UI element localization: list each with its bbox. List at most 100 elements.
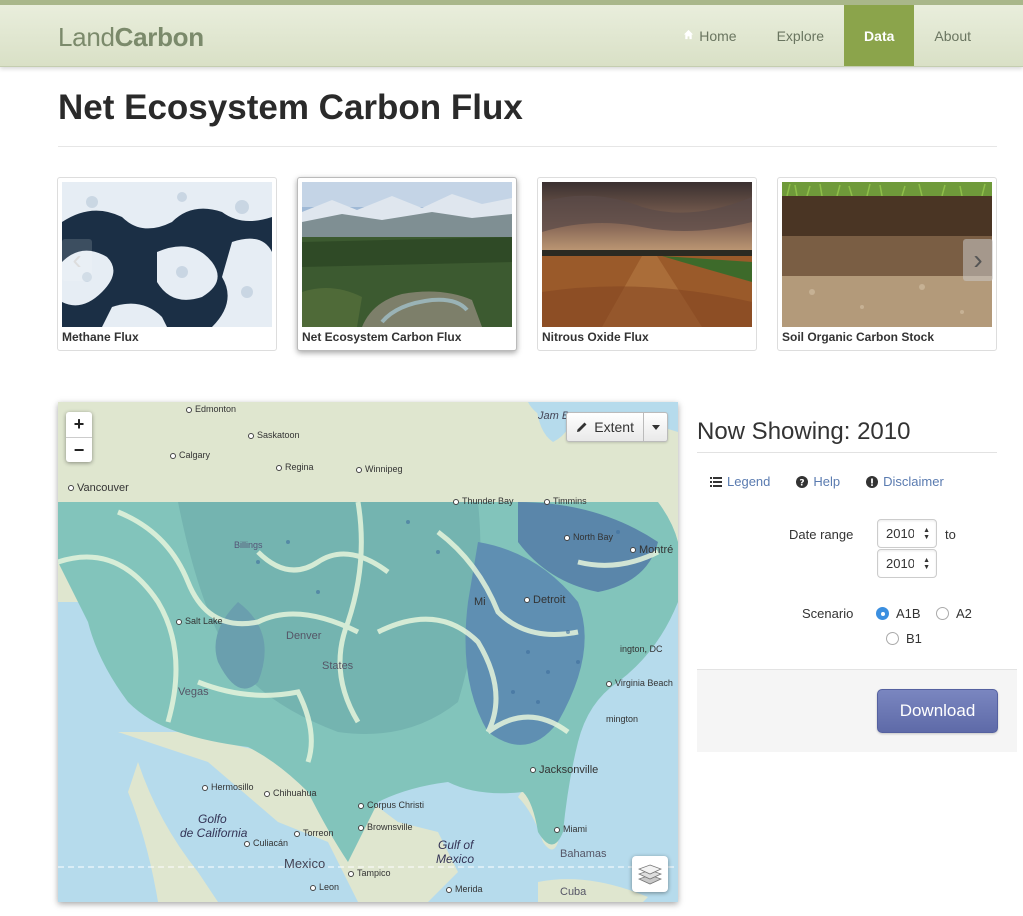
date-range-label: Date range (789, 527, 854, 542)
now-showing-heading: Now Showing: 2010 (697, 418, 911, 445)
carousel-label-nitrous-oxide: Nitrous Oxide Flux (542, 330, 649, 344)
map-label-merida: Merida (446, 884, 483, 894)
extent-button[interactable]: Extent (567, 413, 643, 441)
page-title: Net Ecosystem Carbon Flux (58, 88, 523, 127)
panel-links: Legend ? Help Disclaimer (710, 474, 944, 489)
exclamation-circle-icon (866, 475, 879, 488)
spinner-arrows-icon: ▲ ▼ (923, 557, 930, 571)
scenario-label-a2: A2 (956, 606, 972, 621)
legend-link[interactable]: Legend (710, 474, 770, 489)
map-label-gulf-of: Gulf of (438, 838, 474, 852)
map-label-montreal: Montré (630, 544, 673, 556)
chevron-right-icon: › (973, 244, 983, 275)
date-to-value: 2010 (886, 556, 914, 571)
layers-icon (638, 864, 662, 885)
zoom-out-button[interactable]: − (66, 437, 92, 462)
nav-label-explore: Explore (776, 27, 825, 44)
nav-label-about: About (934, 27, 971, 44)
map-label-virginia-beach: Virginia Beach (606, 678, 673, 688)
map-label-torreon: Torreon (294, 828, 334, 838)
scenario-label-a1b: A1B (896, 606, 921, 621)
extent-control: Extent (566, 412, 668, 442)
map-label-corpus-christi: Corpus Christi (358, 800, 424, 810)
map-label-cuba: Cuba (560, 886, 587, 898)
map-label-timmins: Timmins (544, 496, 587, 506)
scenario-radio-a1b[interactable]: A1B (876, 606, 921, 621)
map-label-golfo: Golfo (198, 812, 227, 826)
map-label-saskatoon: Saskatoon (248, 430, 300, 440)
map-label-calgary: Calgary (170, 450, 210, 460)
spinner-arrows-icon: ▲ ▼ (923, 527, 930, 541)
carousel-label-net-ecosystem: Net Ecosystem Carbon Flux (302, 330, 462, 344)
download-button[interactable]: Download (877, 689, 998, 733)
extent-label: Extent (594, 419, 634, 435)
map-label-tampico: Tampico (348, 868, 391, 878)
map-label-mexico-country: Mexico (284, 856, 326, 871)
map-label-billings: Billings (234, 540, 263, 550)
help-link[interactable]: ? Help (796, 474, 840, 489)
zoom-in-button[interactable]: + (66, 412, 92, 437)
soil-profile-photo (782, 182, 992, 327)
list-icon (710, 476, 722, 487)
map-label-states: States (322, 660, 354, 672)
brand-logo[interactable]: LandCarbon (58, 22, 204, 53)
wheat-field-sunset-photo (542, 182, 752, 327)
chevron-left-icon: ‹ (72, 244, 82, 275)
map-label-winnipeg: Winnipeg (356, 464, 403, 474)
layers-button[interactable] (632, 856, 668, 892)
map-label-culiacan: Culiacán (244, 838, 288, 848)
carbon-flux-map[interactable]: Edmonton Saskatoon Calgary Regina Winnip… (58, 402, 678, 902)
scenario-label: Scenario (802, 606, 854, 621)
carousel-item-nitrous-oxide[interactable]: Nitrous Oxide Flux (537, 177, 757, 351)
nav-item-explore[interactable]: Explore (757, 5, 844, 66)
map-label-milwaukee: Mi (474, 596, 486, 608)
home-icon (684, 29, 694, 40)
extent-dropdown-button[interactable] (643, 413, 667, 441)
nav-item-data[interactable]: Data (844, 5, 915, 66)
help-link-label: Help (813, 474, 841, 489)
carousel-next-button[interactable]: › (963, 239, 993, 281)
scenario-radio-a2[interactable]: A2 (936, 606, 972, 621)
disclaimer-link[interactable]: Disclaimer (866, 474, 944, 489)
map-label-leon: Leon (310, 882, 339, 892)
map-label-hermosillo: Hermosillo (202, 782, 254, 792)
title-divider (58, 146, 997, 147)
question-circle-icon: ? (796, 475, 809, 488)
top-navbar: LandCarbon Home Explore Data About (0, 0, 1023, 67)
carousel-item-net-ecosystem[interactable]: Net Ecosystem Carbon Flux (297, 177, 517, 351)
nav-item-home[interactable]: Home (663, 5, 756, 66)
radio-checked-icon (876, 607, 889, 620)
map-label-miami: Miami (554, 824, 587, 834)
scenario-label-b1: B1 (906, 631, 922, 646)
map-label-wilmington: mington (606, 714, 639, 724)
brand-bold: Carbon (114, 22, 205, 52)
scenario-radio-b1[interactable]: B1 (886, 631, 922, 646)
carousel-prev-button[interactable]: ‹ (62, 239, 92, 281)
date-from-value: 2010 (886, 526, 914, 541)
panel-divider (697, 452, 997, 453)
map-label-washington: ington, DC (620, 644, 663, 654)
map-label-de-california: de California (180, 826, 248, 840)
map-label-edmonton: Edmonton (186, 404, 236, 414)
map-label-regina: Regina (276, 462, 314, 472)
forest-valley-photo (302, 182, 512, 327)
map-label-bahamas: Bahamas (560, 848, 607, 860)
map-label-chihuahua: Chihuahua (264, 788, 317, 798)
date-to-spinner[interactable]: 2010 ▲ ▼ (877, 549, 937, 578)
map-label-detroit: Detroit (524, 594, 565, 606)
svg-text:?: ? (800, 478, 805, 488)
legend-link-label: Legend (727, 474, 771, 489)
map-label-jacksonville: Jacksonville (530, 764, 598, 776)
map-label-salt-lake: Salt Lake (176, 616, 223, 626)
nav-item-about[interactable]: About (914, 5, 991, 66)
date-from-spinner[interactable]: 2010 ▲ ▼ (877, 519, 937, 548)
pencil-icon (577, 422, 587, 432)
map-label-north-bay: North Bay (564, 532, 613, 542)
disclaimer-link-label: Disclaimer (883, 474, 944, 489)
map-label-thunder-bay: Thunder Bay (453, 496, 514, 506)
nav-label-home: Home (699, 27, 737, 44)
radio-unchecked-icon (936, 607, 949, 620)
map-label-denver: Denver (286, 630, 322, 642)
caret-down-icon (651, 424, 660, 430)
map-label-vancouver: Vancouver (68, 482, 129, 494)
